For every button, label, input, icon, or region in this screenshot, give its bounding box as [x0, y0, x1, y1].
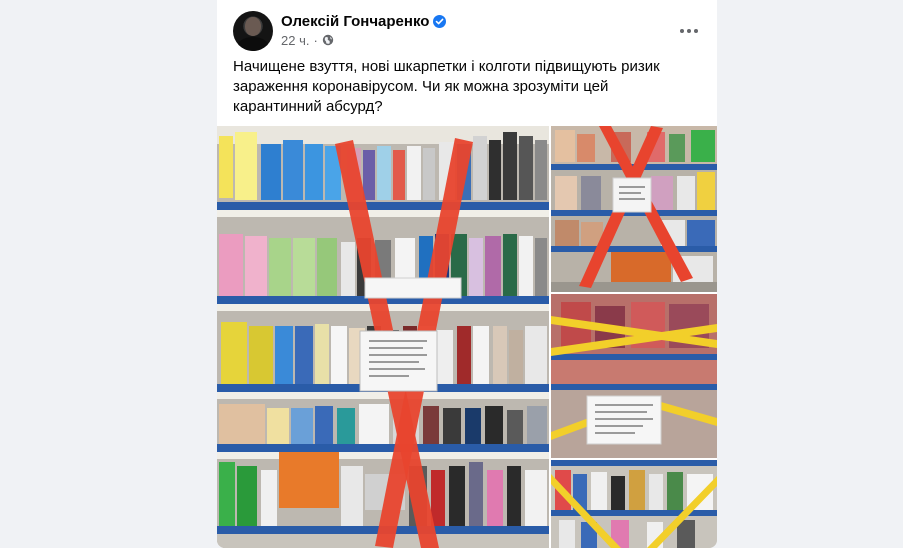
- more-options-icon[interactable]: [673, 15, 705, 47]
- meta-separator: ·: [313, 32, 318, 48]
- facebook-post-card: Олексій Гончаренко 22 ч. · Начищене взут…: [217, 0, 717, 548]
- post-meta: 22 ч. ·: [281, 32, 334, 48]
- photo-middle-right[interactable]: [551, 294, 717, 458]
- post-text: Начищене взуття, нові шкарпетки і колгот…: [233, 58, 660, 115]
- verified-badge-icon: [433, 14, 447, 28]
- post-timestamp[interactable]: 22 ч.: [281, 33, 309, 48]
- author-avatar[interactable]: [233, 11, 273, 51]
- post-header: Олексій Гончаренко 22 ч. ·: [233, 11, 703, 51]
- photo-bottom-right[interactable]: [551, 460, 717, 548]
- globe-icon[interactable]: [322, 34, 334, 46]
- author-line: Олексій Гончаренко: [281, 12, 447, 30]
- photo-main-shelves[interactable]: [217, 126, 549, 548]
- photo-grid: [217, 126, 717, 548]
- photo-top-right[interactable]: [551, 126, 717, 292]
- author-name[interactable]: Олексій Гончаренко: [281, 13, 429, 30]
